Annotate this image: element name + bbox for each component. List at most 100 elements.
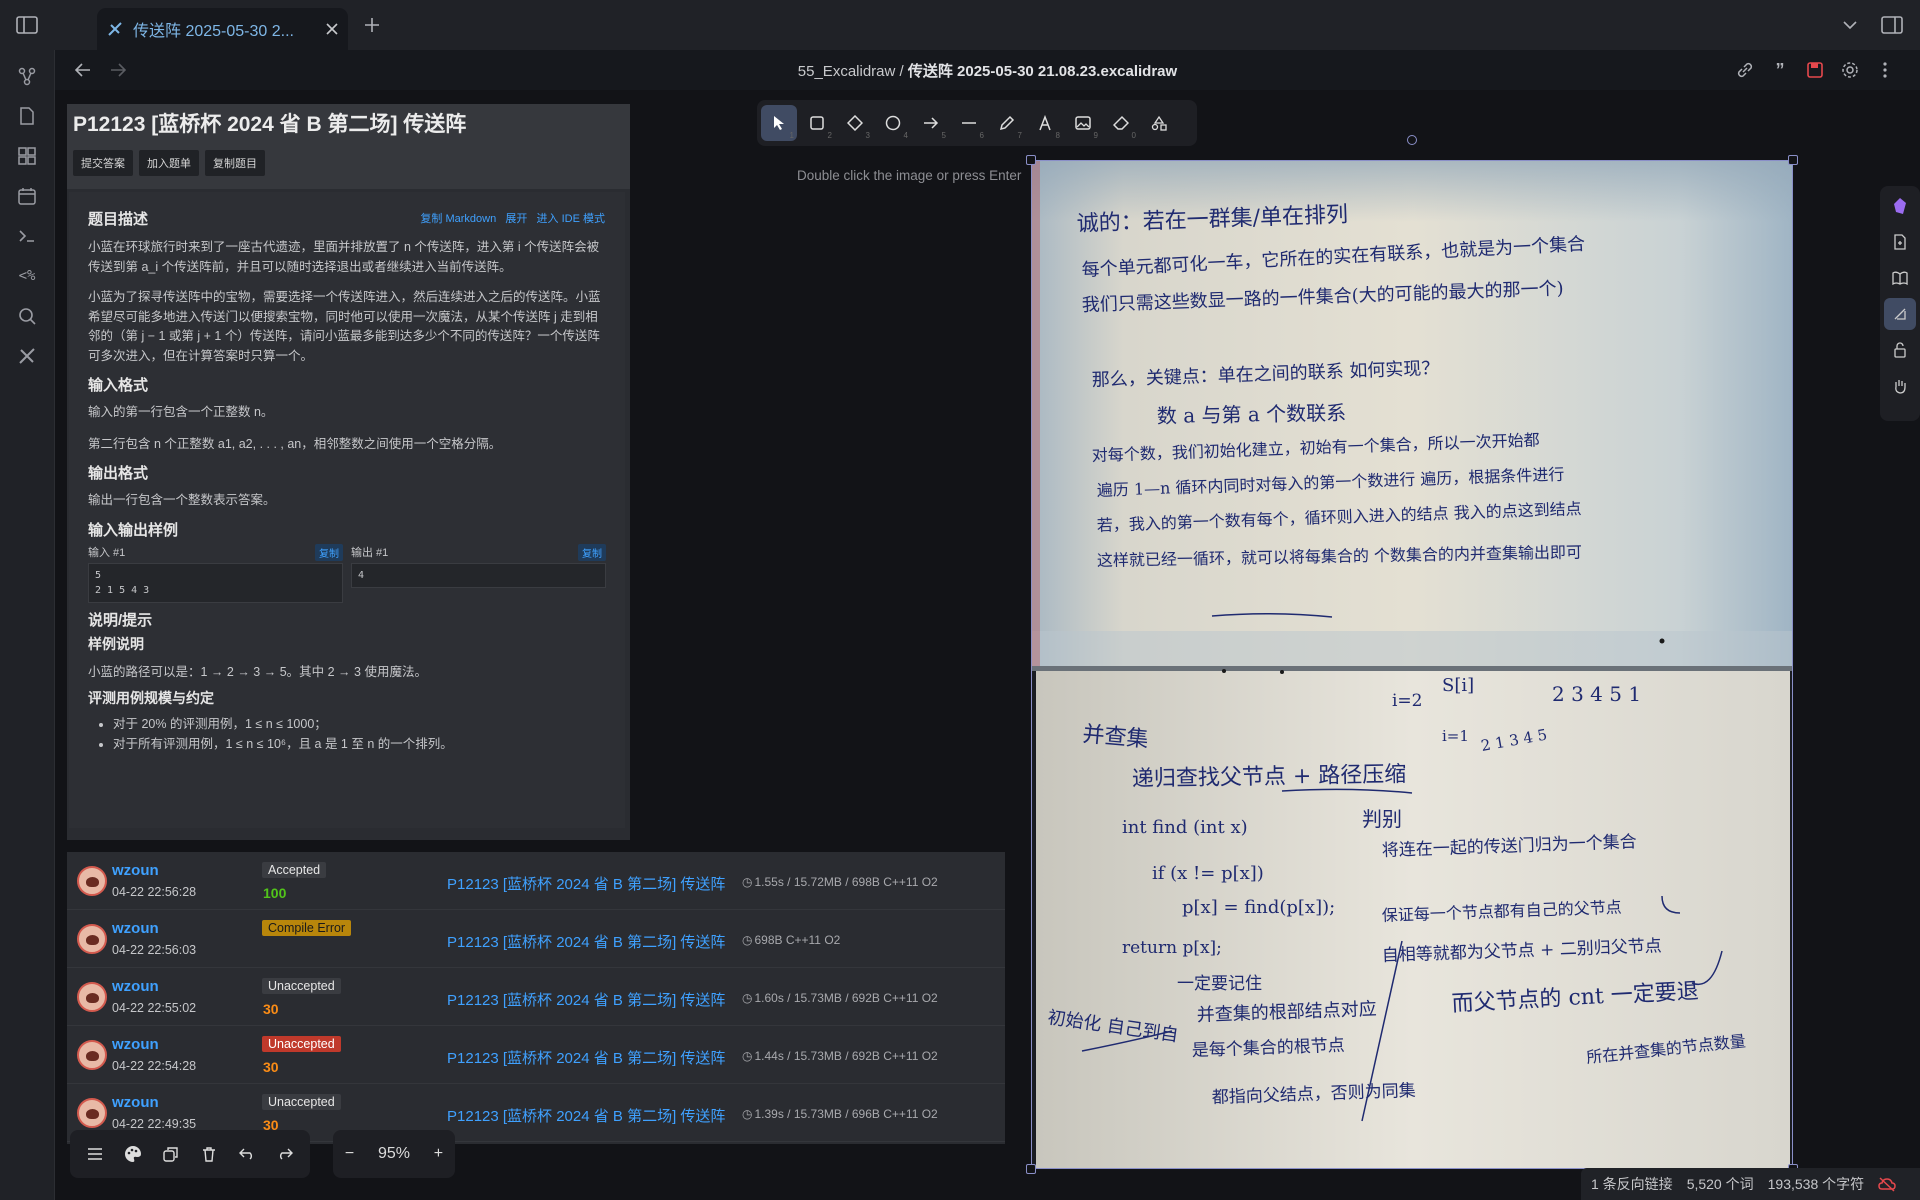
- obsidian-icon[interactable]: [1884, 190, 1916, 222]
- zoom-in-button[interactable]: +: [434, 1145, 443, 1163]
- terminal-icon[interactable]: [15, 224, 39, 248]
- calendar-icon[interactable]: [15, 184, 39, 208]
- submission-user[interactable]: wzoun: [112, 1094, 159, 1111]
- submission-list[interactable]: wzoun 04-22 22:56:28 Accepted 100 P12123 [蓝桥…: [67, 852, 1005, 1144]
- image-tool[interactable]: 9: [1065, 105, 1101, 141]
- breadcrumb: 55_Excalidraw / 传送阵 2025-05-30 21.08.23.…: [55, 60, 1920, 81]
- backlinks-count[interactable]: 1 条反向链接: [1591, 1174, 1673, 1194]
- export-file-icon[interactable]: [1884, 226, 1916, 258]
- zoom-out-button[interactable]: −: [345, 1145, 354, 1163]
- file-explorer-icon[interactable]: [15, 104, 39, 128]
- submission-score: 30: [263, 1001, 279, 1017]
- excalidraw-tool-icon[interactable]: [15, 344, 39, 368]
- ruler-icon[interactable]: [1884, 298, 1916, 330]
- submission-user[interactable]: wzoun: [112, 862, 159, 879]
- right-sidebar-icon[interactable]: [1880, 15, 1904, 35]
- handwritten-notes-photo[interactable]: 诚的：若在一群集/单在排列 每个单元都可化一车，它所在的实在有联系，也就是为一个集…: [1031, 160, 1793, 1169]
- palette-icon[interactable]: [114, 1135, 152, 1173]
- toggle-sidebar-icon[interactable]: [15, 15, 39, 35]
- trash-icon[interactable]: [190, 1135, 228, 1173]
- line-tool[interactable]: 6: [951, 105, 987, 141]
- clock-icon: ◷: [742, 1049, 753, 1063]
- submission-user[interactable]: wzoun: [112, 1036, 159, 1053]
- avatar[interactable]: [77, 1039, 107, 1070]
- chevron-down-icon[interactable]: [1840, 15, 1860, 35]
- link-icon[interactable]: [1735, 60, 1755, 80]
- hand-icon[interactable]: [1884, 370, 1916, 402]
- resize-handle-ne[interactable]: [1788, 155, 1798, 165]
- submission-row[interactable]: wzoun 04-22 22:54:28 Unaccepted 30 P12123 [蓝…: [67, 1026, 1005, 1084]
- avatar[interactable]: [77, 865, 107, 896]
- copy-problem-button[interactable]: 复制题目: [205, 150, 265, 176]
- excalidraw-icon: [107, 21, 123, 37]
- undo-icon[interactable]: [228, 1135, 266, 1173]
- search-icon[interactable]: [15, 304, 39, 328]
- submission-problem-link[interactable]: P12123 [蓝桥杯 2024 省 B 第二场] 传送阵: [447, 989, 725, 1010]
- submission-row[interactable]: wzoun 04-22 22:55:02 Unaccepted 30 P12123 [蓝…: [67, 968, 1005, 1026]
- new-tab-icon[interactable]: [362, 15, 382, 35]
- submission-problem-link[interactable]: P12123 [蓝桥杯 2024 省 B 第二场] 传送阵: [447, 931, 725, 952]
- submission-user[interactable]: wzoun: [112, 978, 159, 995]
- add-to-list-button[interactable]: 加入题单: [139, 150, 199, 176]
- dashboard-icon[interactable]: [15, 144, 39, 168]
- submission-problem-link[interactable]: P12123 [蓝桥杯 2024 省 B 第二场] 传送阵: [447, 1047, 725, 1068]
- more-tools[interactable]: [1141, 105, 1177, 141]
- left-ribbon: <%: [0, 50, 55, 1200]
- handwritten-note: 数 a 与第 a 个数联系: [1157, 401, 1347, 428]
- breadcrumb-folder[interactable]: 55_Excalidraw: [798, 63, 896, 80]
- close-icon[interactable]: [326, 23, 338, 35]
- save-icon[interactable]: [1805, 60, 1825, 80]
- diamond-tool[interactable]: 3: [837, 105, 873, 141]
- status-badge[interactable]: Unaccepted: [262, 978, 341, 994]
- sync-off-icon[interactable]: [1878, 1176, 1896, 1192]
- settings-gear-icon[interactable]: [1840, 60, 1860, 80]
- ellipse-tool[interactable]: 4: [875, 105, 911, 141]
- problem-screenshot[interactable]: P12123 [蓝桥杯 2024 省 B 第二场] 传送阵 提交答案 加入题单 …: [67, 104, 630, 840]
- avatar[interactable]: [77, 1097, 107, 1128]
- copy-output-button[interactable]: 复制: [578, 543, 606, 561]
- graph-icon[interactable]: [15, 64, 39, 88]
- submission-row[interactable]: wzoun 04-22 22:56:28 Accepted 100 P12123 [蓝桥…: [67, 852, 1005, 910]
- arrow-tool[interactable]: 5: [913, 105, 949, 141]
- rotation-handle[interactable]: [1407, 135, 1417, 145]
- ide-mode-link[interactable]: 进入 IDE 模式: [537, 213, 605, 225]
- submission-meta: ◷ 1.55s / 15.72MB / 698B C++11 O2: [742, 875, 938, 889]
- redo-icon[interactable]: [266, 1135, 304, 1173]
- pencil-tool[interactable]: 7: [989, 105, 1025, 141]
- resize-handle-sw[interactable]: [1026, 1164, 1036, 1174]
- submission-row[interactable]: wzoun 04-22 22:56:03 Compile Error P12123 […: [67, 910, 1005, 968]
- copy-markdown-link[interactable]: 复制 Markdown: [420, 213, 496, 225]
- input-label: 输入 #1: [88, 546, 126, 559]
- status-badge[interactable]: Unaccepted: [262, 1094, 341, 1110]
- status-badge[interactable]: Accepted: [262, 862, 327, 878]
- template-icon[interactable]: <%: [12, 264, 42, 288]
- copy-input-button[interactable]: 复制: [315, 543, 343, 561]
- submission-problem-link[interactable]: P12123 [蓝桥杯 2024 省 B 第二场] 传送阵: [447, 1105, 725, 1126]
- excalidraw-canvas[interactable]: P12123 [蓝桥杯 2024 省 B 第二场] 传送阵 提交答案 加入题单 …: [55, 90, 1920, 1200]
- resize-handle-nw[interactable]: [1026, 155, 1036, 165]
- selection-tool[interactable]: 1: [761, 105, 797, 141]
- rectangle-tool[interactable]: 2: [799, 105, 835, 141]
- sample-input: 输入 #1 复制 5 2 1 5 4 3: [88, 543, 343, 603]
- zoom-level[interactable]: 95%: [378, 1145, 410, 1163]
- submit-button[interactable]: 提交答案: [73, 150, 133, 176]
- avatar[interactable]: [77, 981, 107, 1012]
- expand-link[interactable]: 展开: [505, 213, 527, 225]
- status-badge[interactable]: Unaccepted: [262, 1036, 341, 1052]
- submission-problem-link[interactable]: P12123 [蓝桥杯 2024 省 B 第二场] 传送阵: [447, 873, 725, 894]
- lock-icon[interactable]: [1884, 334, 1916, 366]
- word-count: 5,520 个词: [1686, 1176, 1754, 1192]
- menu-icon[interactable]: [76, 1135, 114, 1173]
- avatar[interactable]: [77, 923, 107, 954]
- more-options-icon[interactable]: [1875, 60, 1895, 80]
- quote-icon[interactable]: ”: [1770, 60, 1790, 80]
- eraser-tool[interactable]: 0: [1103, 105, 1139, 141]
- text-tool[interactable]: 8: [1027, 105, 1063, 141]
- tab-active[interactable]: 传送阵 2025-05-30 2...: [97, 8, 348, 50]
- duplicate-icon[interactable]: [152, 1135, 190, 1173]
- status-badge[interactable]: Compile Error: [262, 920, 352, 936]
- output-line-1: 4: [358, 569, 365, 581]
- book-icon[interactable]: [1884, 262, 1916, 294]
- breadcrumb-file[interactable]: 传送阵 2025-05-30 21.08.23.excalidraw: [908, 63, 1177, 80]
- submission-user[interactable]: wzoun: [112, 920, 159, 937]
